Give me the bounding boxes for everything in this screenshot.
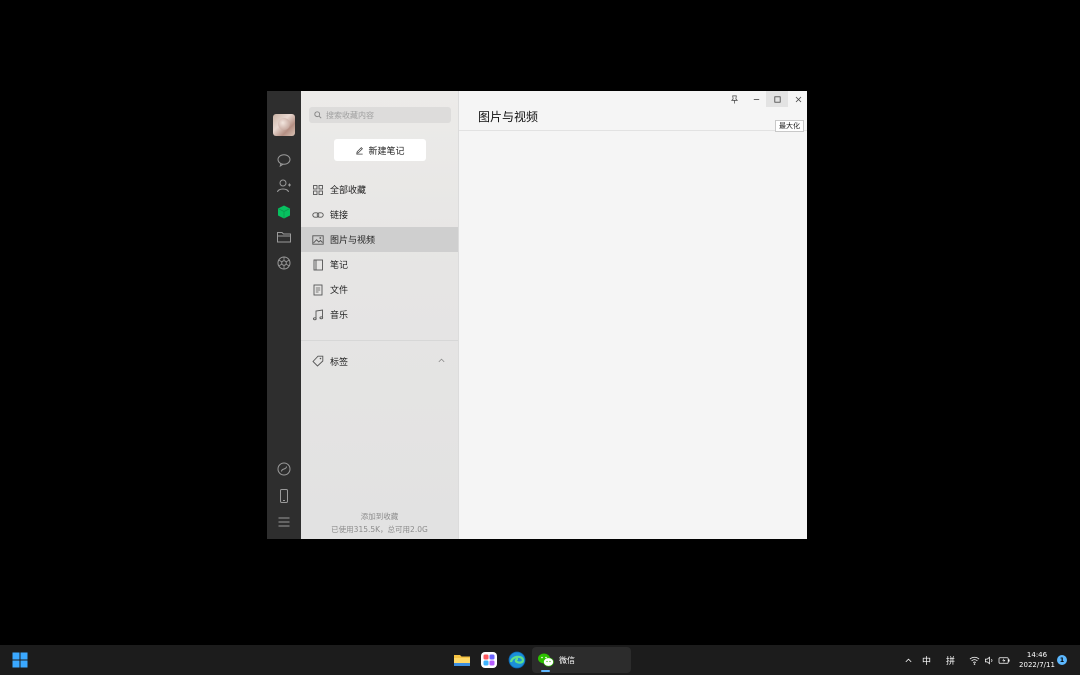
nav-item-label: 全部收藏: [330, 186, 367, 196]
chevron-up-icon: [905, 658, 912, 662]
store-icon: [481, 652, 497, 668]
search-box[interactable]: [309, 107, 451, 123]
maximize-tooltip: 最大化: [775, 120, 804, 132]
nav-item-label: 音乐: [330, 311, 349, 321]
menu-icon[interactable]: [276, 514, 292, 530]
system-clock[interactable]: 14:46 2022/7/11: [1018, 650, 1056, 670]
nav-item-label: 链接: [330, 211, 349, 221]
page-title: 图片与视频: [478, 110, 539, 124]
icon-rail: [267, 91, 301, 539]
pin-icon: [730, 95, 738, 104]
contacts-icon[interactable]: [276, 178, 292, 194]
new-note-label: 新建笔记: [368, 146, 405, 157]
nav-item-music[interactable]: 音乐: [301, 302, 458, 327]
nav-item-files[interactable]: 文件: [301, 277, 458, 302]
file-icon: [313, 284, 323, 295]
edge-browser-button[interactable]: [507, 650, 527, 670]
wechat-taskbar-button[interactable]: 微信: [532, 647, 631, 673]
ime-language-indicator[interactable]: 中: [922, 645, 931, 675]
active-indicator: [541, 670, 550, 672]
network-button[interactable]: [969, 645, 980, 675]
phone-icon[interactable]: [276, 488, 292, 504]
maximize-button[interactable]: [766, 91, 788, 107]
taskbar: 微信 中 拼 14:46 2022/7/11 1: [0, 645, 1080, 675]
app-store-button[interactable]: [479, 650, 499, 670]
nav-item-label: 图片与视频: [330, 236, 376, 246]
tags-section-header[interactable]: 标签: [301, 349, 458, 373]
nav-item-links[interactable]: 链接: [301, 202, 458, 227]
files-icon[interactable]: [276, 229, 292, 245]
windows-logo-icon: [12, 652, 28, 668]
new-note-button[interactable]: 新建笔记: [334, 139, 426, 161]
desktop: 新建笔记 全部收藏 链接 图片与视频 笔记: [0, 0, 1080, 645]
favorites-icon[interactable]: [276, 204, 292, 220]
note-icon: [313, 259, 323, 270]
volume-icon: [985, 656, 993, 664]
chat-icon[interactable]: [276, 152, 292, 168]
nav-item-all[interactable]: 全部收藏: [301, 177, 458, 202]
minimize-icon: [753, 98, 759, 100]
notification-badge[interactable]: 1: [1057, 655, 1067, 665]
battery-charging-icon: [998, 656, 1010, 664]
start-button[interactable]: [12, 652, 28, 668]
moments-icon[interactable]: [276, 255, 292, 271]
tags-label: 标签: [330, 357, 349, 368]
nav-item-notes[interactable]: 笔记: [301, 252, 458, 277]
minimize-button[interactable]: [745, 91, 767, 107]
pin-button[interactable]: [723, 91, 745, 107]
music-icon: [312, 308, 324, 320]
divider: [301, 340, 458, 341]
mini-programs-icon[interactable]: [276, 461, 292, 477]
close-button[interactable]: [787, 91, 807, 107]
title-divider: [459, 130, 807, 131]
favorites-sidebar: 新建笔记 全部收藏 链接 图片与视频 笔记: [301, 91, 459, 539]
link-icon: [312, 211, 324, 218]
wechat-icon: [538, 653, 554, 667]
close-icon: [795, 96, 801, 102]
search-input[interactable]: [326, 110, 446, 120]
wechat-favorites-window: 新建笔记 全部收藏 链接 图片与视频 笔记: [267, 91, 807, 539]
image-icon: [312, 234, 324, 245]
nav-item-label: 文件: [330, 286, 349, 296]
storage-usage: 已使用315.5K，总可用2.0G: [331, 525, 428, 534]
pencil-icon: [356, 146, 364, 154]
search-icon: [314, 111, 322, 119]
wechat-taskbar-label: 微信: [559, 656, 575, 665]
grid-icon: [313, 184, 323, 195]
show-hidden-icons-button[interactable]: [904, 645, 913, 675]
file-explorer-button[interactable]: [452, 650, 472, 670]
tag-icon: [312, 355, 324, 367]
content-pane: 图片与视频 最大化: [459, 91, 807, 539]
avatar[interactable]: [273, 114, 295, 136]
category-list: 全部收藏 链接 图片与视频 笔记 文件 音乐: [301, 177, 458, 327]
battery-button[interactable]: [998, 645, 1011, 675]
wifi-icon: [969, 656, 980, 665]
volume-button[interactable]: [984, 645, 995, 675]
maximize-icon: [773, 95, 781, 103]
edge-icon: [508, 651, 526, 669]
nav-item-images-videos[interactable]: 图片与视频: [301, 227, 458, 252]
clock-date: 2022/7/11: [1019, 661, 1055, 669]
clock-time: 14:46: [1026, 651, 1048, 659]
add-to-favorites-hint: 添加到收藏: [360, 512, 399, 521]
chevron-up-icon[interactable]: [437, 356, 446, 365]
nav-item-label: 笔记: [330, 261, 349, 271]
folder-icon: [454, 655, 470, 666]
ime-mode-indicator[interactable]: 拼: [946, 645, 955, 675]
